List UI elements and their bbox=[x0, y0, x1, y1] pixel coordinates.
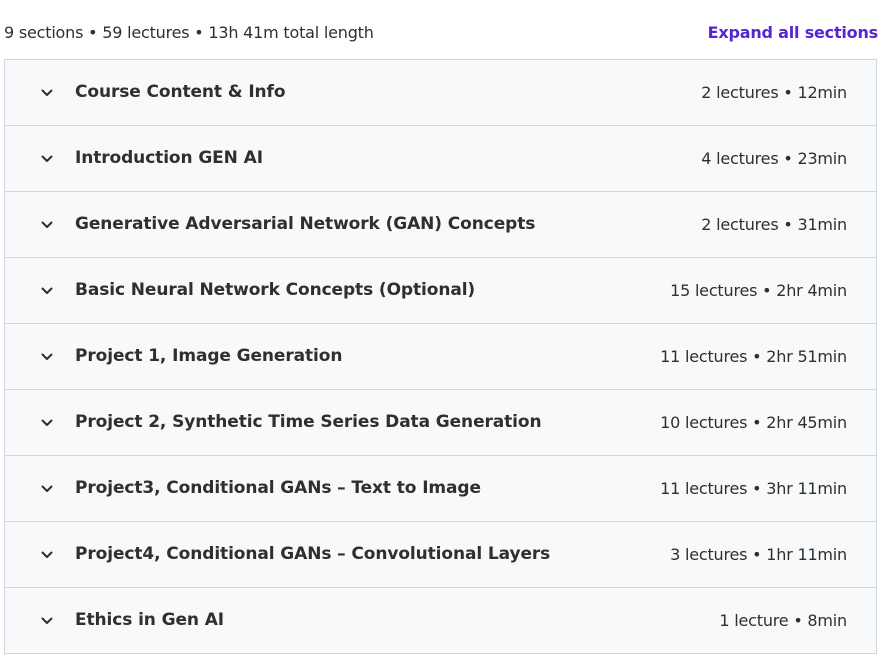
chevron-down-icon bbox=[39, 217, 55, 233]
section-meta: 10 lectures • 2hr 45min bbox=[660, 413, 847, 432]
section-meta: 11 lectures • 2hr 51min bbox=[660, 347, 847, 366]
section-title: Basic Neural Network Concepts (Optional) bbox=[75, 280, 476, 300]
section-project-2[interactable]: Project 2, Synthetic Time Series Data Ge… bbox=[5, 390, 876, 456]
section-meta: 4 lectures • 23min bbox=[701, 149, 847, 168]
section-meta: 3 lectures • 1hr 11min bbox=[670, 545, 847, 564]
curriculum-summary-bar: 9 sections • 59 lectures • 13h 41m total… bbox=[0, 0, 882, 60]
section-basic-neural-network[interactable]: Basic Neural Network Concepts (Optional)… bbox=[5, 258, 876, 324]
section-meta: 2 lectures • 12min bbox=[701, 83, 847, 102]
section-ethics-gen-ai[interactable]: Ethics in Gen AI 1 lecture • 8min bbox=[5, 588, 876, 654]
section-title: Project4, Conditional GANs – Convolution… bbox=[75, 544, 551, 564]
section-project-4[interactable]: Project4, Conditional GANs – Convolution… bbox=[5, 522, 876, 588]
chevron-down-icon bbox=[39, 547, 55, 563]
chevron-down-icon bbox=[39, 481, 55, 497]
section-meta: 2 lectures • 31min bbox=[701, 215, 847, 234]
chevron-down-icon bbox=[39, 151, 55, 167]
chevron-down-icon bbox=[39, 613, 55, 629]
section-meta: 11 lectures • 3hr 11min bbox=[660, 479, 847, 498]
section-meta: 15 lectures • 2hr 4min bbox=[670, 281, 847, 300]
chevron-down-icon bbox=[39, 85, 55, 101]
chevron-down-icon bbox=[39, 415, 55, 431]
section-gan-concepts[interactable]: Generative Adversarial Network (GAN) Con… bbox=[5, 192, 876, 258]
section-meta: 1 lecture • 8min bbox=[719, 611, 847, 630]
section-course-content-info[interactable]: Course Content & Info 2 lectures • 12min bbox=[5, 60, 876, 126]
section-introduction-gen-ai[interactable]: Introduction GEN AI 4 lectures • 23min bbox=[5, 126, 876, 192]
section-title: Generative Adversarial Network (GAN) Con… bbox=[75, 214, 536, 234]
section-title: Introduction GEN AI bbox=[75, 148, 263, 168]
section-title: Ethics in Gen AI bbox=[75, 610, 225, 630]
section-title: Course Content & Info bbox=[75, 82, 286, 102]
chevron-down-icon bbox=[39, 349, 55, 365]
curriculum-accordion: Course Content & Info 2 lectures • 12min… bbox=[4, 59, 877, 654]
section-project-3[interactable]: Project3, Conditional GANs – Text to Ima… bbox=[5, 456, 876, 522]
section-project-1[interactable]: Project 1, Image Generation 11 lectures … bbox=[5, 324, 876, 390]
curriculum-summary-text: 9 sections • 59 lectures • 13h 41m total… bbox=[4, 23, 374, 42]
section-title: Project 1, Image Generation bbox=[75, 346, 343, 366]
chevron-down-icon bbox=[39, 283, 55, 299]
section-title: Project 2, Synthetic Time Series Data Ge… bbox=[75, 412, 542, 432]
section-title: Project3, Conditional GANs – Text to Ima… bbox=[75, 478, 481, 498]
expand-all-sections-button[interactable]: Expand all sections bbox=[708, 23, 879, 42]
